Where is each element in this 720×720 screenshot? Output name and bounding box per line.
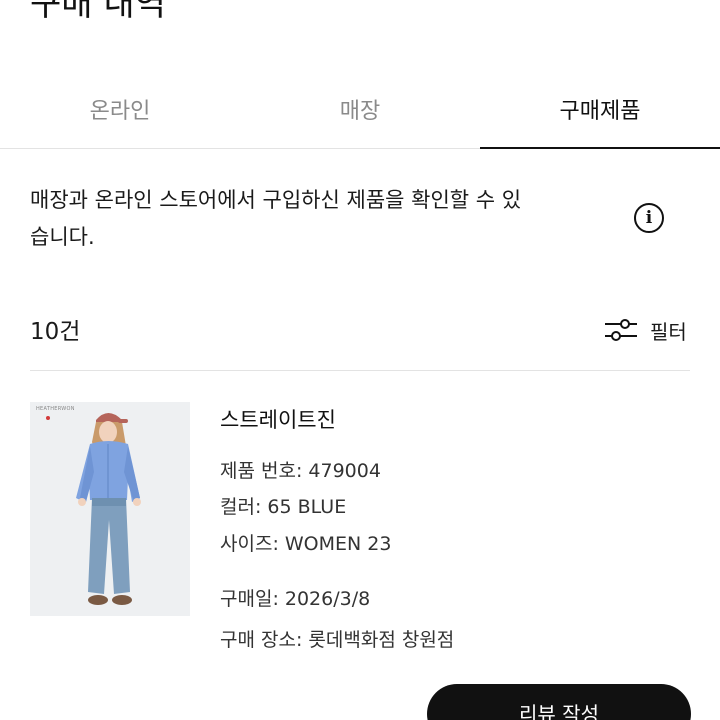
write-review-button[interactable]: 리뷰 작성 (427, 684, 691, 720)
purchase-date: 구매일: 2026/3/8 (220, 588, 371, 610)
product-size: 사이즈: WOMEN 23 (220, 533, 392, 555)
filter-label: 필터 (650, 319, 687, 344)
purchase-place: 구매 장소: 롯데백화점 창원점 (220, 629, 455, 651)
product-number: 제품 번호: 479004 (220, 460, 381, 482)
notice-line-2: 습니다. (30, 225, 95, 249)
product-color: 컬러: 65 BLUE (220, 496, 347, 518)
tab-store[interactable]: 매장 (240, 70, 480, 148)
notice-line-1: 매장과 온라인 스토어에서 구입하신 제품을 확인할 수 있 (30, 188, 522, 212)
info-icon[interactable]: i (634, 203, 664, 233)
tab-purchased-products[interactable]: 구매제품 (480, 70, 720, 149)
divider (30, 370, 690, 371)
page-title: 구매 내역 (30, 0, 166, 24)
tab-online[interactable]: 온라인 (0, 70, 240, 148)
purchase-history-page: 구매 내역 온라인 매장 구매제품 매장과 온라인 스토어에서 구입하신 제품을… (0, 0, 720, 720)
sliders-icon (605, 319, 637, 341)
notice-text: 매장과 온라인 스토어에서 구입하신 제품을 확인할 수 있 습니다. (30, 182, 620, 256)
product-image[interactable]: HEATHERWON (30, 402, 190, 616)
product-name[interactable]: 스트레이트진 (220, 404, 336, 434)
result-count: 10건 (30, 319, 81, 345)
filter-button[interactable]: 필터 (604, 314, 687, 346)
model-figure-illustration (76, 413, 141, 605)
tab-bar: 온라인 매장 구매제품 (0, 70, 720, 149)
